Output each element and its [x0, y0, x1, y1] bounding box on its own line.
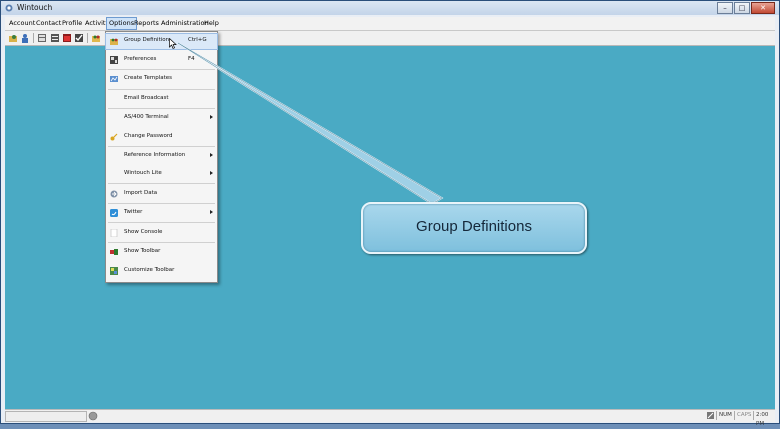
menu-separator: [108, 203, 215, 204]
key-icon: [110, 133, 118, 141]
menu-item-twitter[interactable]: Twitter: [106, 206, 217, 221]
menu-separator: [108, 146, 215, 147]
submenu-arrow-icon: [210, 210, 213, 214]
folder-user-icon[interactable]: [8, 33, 18, 43]
mouse-cursor-icon: [169, 38, 177, 49]
import-icon: [110, 190, 118, 198]
menu-item-show-console[interactable]: Show Console: [106, 226, 217, 241]
caps-lock-indicator: CAPS: [734, 411, 753, 420]
menu-profile[interactable]: Profile: [60, 18, 84, 29]
network-icon: [707, 412, 714, 419]
window-title: Wintouch: [17, 3, 53, 12]
menu-item-customize-toolbar[interactable]: Customize Toolbar: [106, 264, 217, 279]
status-time: 2:00 PM: [753, 411, 775, 427]
menu-item-as400-terminal[interactable]: AS/400 Terminal: [106, 111, 217, 126]
menu-separator: [108, 222, 215, 223]
person-icon[interactable]: [20, 33, 30, 43]
templates-icon: [110, 76, 118, 82]
menu-separator: [108, 183, 215, 184]
menu-item-show-toolbar[interactable]: Show Toolbar: [106, 245, 217, 260]
submenu-arrow-icon: [210, 153, 213, 157]
status-panel-left: [5, 411, 87, 422]
menu-separator: [108, 108, 215, 109]
submenu-arrow-icon: [210, 171, 213, 175]
callout-bubble: Group Definitions: [361, 202, 587, 254]
group-folder-icon[interactable]: [91, 33, 101, 43]
menu-item-preferences[interactable]: Preferences F4: [106, 53, 217, 68]
console-icon: [110, 229, 118, 237]
menu-separator: [108, 242, 215, 243]
close-button[interactable]: ✕: [751, 2, 775, 14]
app-icon: [5, 4, 13, 12]
menu-item-email-broadcast[interactable]: Email Broadcast: [106, 92, 217, 107]
num-lock-indicator: NUM: [716, 411, 734, 420]
menu-contact[interactable]: Contact: [34, 18, 63, 29]
menu-item-reference-information[interactable]: Reference Information: [106, 149, 217, 164]
status-bar: NUM CAPS 2:00 PM: [5, 409, 775, 427]
menu-item-group-definition[interactable]: Group Definition Ctrl+G: [105, 33, 218, 50]
maximize-button[interactable]: □: [734, 2, 750, 14]
menu-account[interactable]: Account: [7, 18, 37, 29]
menu-item-wintouch-lite[interactable]: Wintouch Lite: [106, 167, 217, 182]
toolbar-separator: [33, 33, 34, 43]
preferences-icon: [110, 56, 118, 64]
menu-help[interactable]: Help: [202, 18, 221, 29]
minimize-button[interactable]: –: [717, 2, 733, 14]
title-bar[interactable]: Wintouch – □ ✕: [1, 1, 779, 15]
menu-item-create-templates[interactable]: Create Templates: [106, 72, 217, 87]
status-circle-icon: [88, 411, 98, 421]
calendar-icon[interactable]: [62, 33, 72, 43]
menu-separator: [108, 89, 215, 90]
twitter-icon: [110, 209, 118, 217]
toolbar-icon: [110, 249, 118, 255]
checklist-icon[interactable]: [74, 33, 84, 43]
menu-reports[interactable]: Reports: [132, 18, 161, 29]
options-menu: Group Definition Ctrl+G Preferences F4 C…: [105, 31, 218, 283]
list-icon[interactable]: [50, 33, 60, 43]
toolbar-separator: [87, 33, 88, 43]
submenu-arrow-icon: [210, 115, 213, 119]
customize-icon: [110, 267, 118, 275]
menu-item-change-password[interactable]: Change Password: [106, 130, 217, 145]
callout-text: Group Definitions: [416, 218, 532, 235]
menu-item-import-data[interactable]: Import Data: [106, 187, 217, 202]
grid-icon[interactable]: [37, 33, 47, 43]
menu-bar: Account Contact Profile Activity Options…: [5, 17, 775, 31]
group-icon: [110, 38, 118, 45]
menu-separator: [108, 69, 215, 70]
